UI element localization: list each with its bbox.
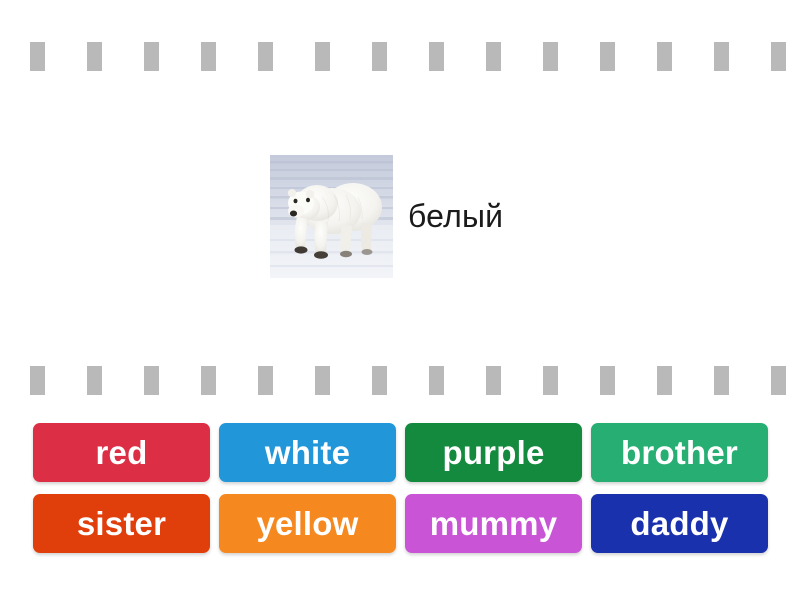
answer-tile-label: red: [95, 433, 148, 471]
answer-tile-label: yellow: [256, 504, 359, 542]
dashed-separator-middle: [0, 366, 800, 396]
answer-tile-label: sister: [76, 504, 167, 542]
answer-tile-label: mummy: [429, 504, 558, 542]
separator-dash: [258, 366, 273, 395]
separator-dash: [372, 366, 387, 395]
separator-dash: [543, 366, 558, 395]
answer-tile-sister[interactable]: sister: [33, 494, 210, 553]
separator-dash: [201, 42, 216, 71]
separator-dash: [144, 42, 159, 71]
separator-dash: [429, 42, 444, 71]
separator-dash: [657, 366, 672, 395]
answer-tile-label: purple: [442, 433, 545, 471]
polar-bear-image: [270, 155, 393, 278]
prompt-card[interactable]: белый: [0, 140, 800, 295]
activity-canvas: белый red white purple brother sister yellow m…: [0, 0, 800, 600]
separator-dash: [771, 42, 786, 71]
prompt-word: белый: [408, 198, 504, 234]
separator-dash: [315, 366, 330, 395]
dashed-separator-top: [0, 42, 800, 72]
separator-dash: [30, 366, 45, 395]
answer-tile-red[interactable]: red: [33, 423, 210, 482]
separator-dash: [657, 42, 672, 71]
separator-dash: [600, 42, 615, 71]
separator-dash: [486, 42, 501, 71]
separator-dash: [372, 42, 387, 71]
separator-dash: [714, 42, 729, 71]
answer-tile-label: daddy: [630, 504, 729, 542]
separator-dash: [714, 366, 729, 395]
answer-tile-label: brother: [621, 433, 738, 471]
separator-dash: [144, 366, 159, 395]
separator-dash: [201, 366, 216, 395]
separator-dash: [258, 42, 273, 71]
separator-dash: [600, 366, 615, 395]
answer-tile-brother[interactable]: brother: [591, 423, 768, 482]
separator-dash: [30, 42, 45, 71]
separator-dash: [486, 366, 501, 395]
answer-tile-white[interactable]: white: [219, 423, 396, 482]
separator-dash: [315, 42, 330, 71]
answer-tile-purple[interactable]: purple: [405, 423, 582, 482]
separator-dash: [429, 366, 444, 395]
answer-tile-mummy[interactable]: mummy: [405, 494, 582, 553]
answer-tile-daddy[interactable]: daddy: [591, 494, 768, 553]
separator-dash: [771, 366, 786, 395]
answer-tile-yellow[interactable]: yellow: [219, 494, 396, 553]
answer-tiles-grid: red white purple brother sister yellow mummy da…: [33, 423, 768, 553]
separator-dash: [87, 42, 102, 71]
answer-tile-label: white: [264, 433, 351, 471]
separator-dash: [87, 366, 102, 395]
separator-dash: [543, 42, 558, 71]
